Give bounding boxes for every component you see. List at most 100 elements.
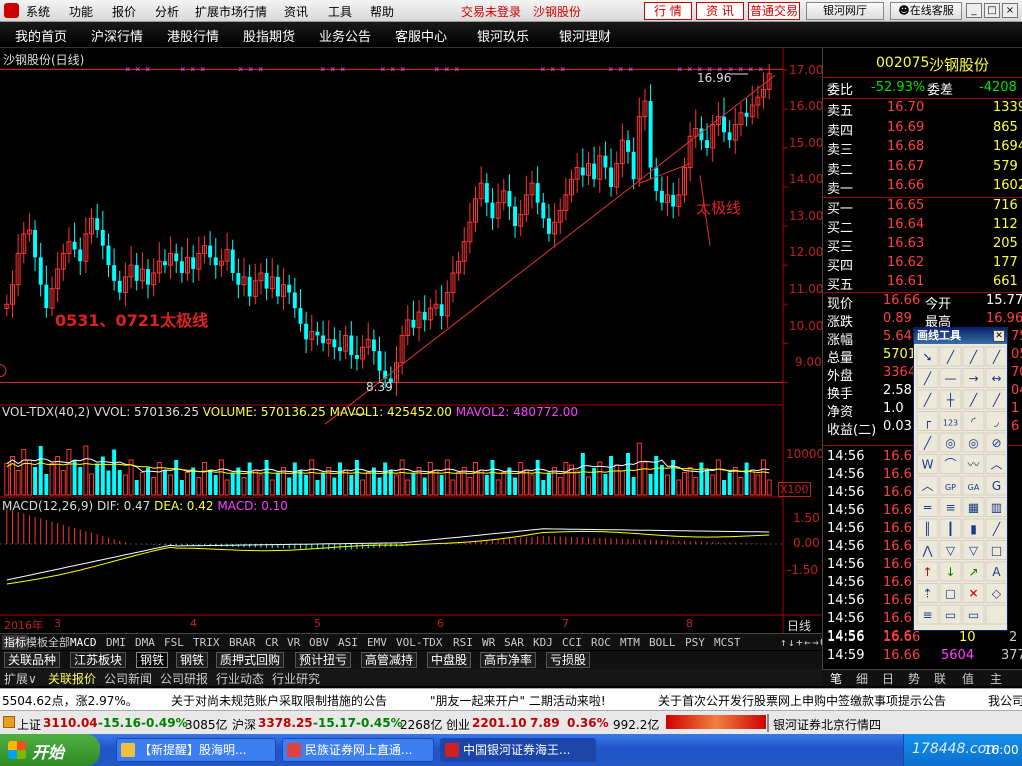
- menu-news[interactable]: 资讯: [284, 3, 308, 20]
- sector-tab[interactable]: 高管减持: [361, 652, 418, 668]
- nav-index-futures[interactable]: 股指期货: [243, 26, 295, 45]
- macd-header: MACD(12,26,9) DIF: 0.47 DEA: 0.42 MACD: …: [2, 499, 288, 513]
- x-label: 7: [562, 617, 569, 630]
- tab-company-news[interactable]: 公司新闻: [104, 670, 152, 687]
- indicator-tab[interactable]: CR: [263, 635, 280, 650]
- volume-bar-down: [377, 477, 382, 495]
- sector-tab[interactable]: 钢铁: [136, 652, 169, 668]
- tab-trend[interactable]: 势: [908, 670, 920, 687]
- indicator-tab[interactable]: OBV: [307, 635, 331, 650]
- indicator-tab[interactable]: MCST: [712, 635, 743, 650]
- tab-industry-news[interactable]: 行业动态: [216, 670, 264, 687]
- tab-expand[interactable]: 扩展∨: [4, 670, 37, 687]
- indicator-tab[interactable]: PSY: [683, 635, 707, 650]
- taskbar-item[interactable]: 民族证券网上直通...: [282, 738, 434, 762]
- indicator-tab[interactable]: ROC: [589, 635, 613, 650]
- tab-value[interactable]: 值: [962, 670, 974, 687]
- sector-tab[interactable]: 中盘股: [427, 652, 472, 668]
- indicator-tab[interactable]: FSL: [162, 635, 186, 650]
- indicator-tab[interactable]: KDJ: [531, 635, 555, 650]
- ticker-item[interactable]: 关于对尚未规范账户采取限制措施的公告: [171, 692, 387, 709]
- sector-tabs: 关联品种 江苏板块 钢铁 钢铁 质押式回购 预计扭亏 高管减持 中盘股 高市净率 亏损股: [0, 651, 822, 669]
- ask-volume: 1602: [993, 178, 1022, 193]
- drawing-tool-palette[interactable]: 画线工具 ✕ ➘ ╱ ╱ ╱ ╱ — → ↔ ╱ ┼ ╱ ╱ ┌ 123 ◜ ◞ ╱ ◎ ◎ ⊘ W ⌒ 〰 ︿ ︿ GP GA G ═…: [913, 327, 1008, 631]
- sector-tab[interactable]: 亏损股: [546, 652, 591, 668]
- nav-service-center[interactable]: 客服中心: [395, 26, 447, 45]
- sector-tab[interactable]: 预计扭亏: [295, 652, 352, 668]
- indicator-tab[interactable]: BOLL: [647, 635, 678, 650]
- indicator-tab[interactable]: BRAR: [227, 635, 258, 650]
- close-icon[interactable]: ×: [1002, 3, 1018, 18]
- nav-home[interactable]: 我的首页: [15, 26, 67, 45]
- sector-tab[interactable]: 钢铁: [176, 652, 209, 668]
- indicator-tab[interactable]: VOL-TDX: [394, 635, 444, 650]
- tab-company-research[interactable]: 公司研报: [160, 670, 208, 687]
- tab-daily[interactable]: 日: [882, 670, 894, 687]
- tick-price: 16.66: [883, 648, 921, 663]
- indicator-tab[interactable]: MACD: [68, 635, 99, 650]
- clock: 16:00: [984, 743, 1019, 757]
- tab-main[interactable]: 主: [990, 670, 1002, 687]
- ticker-item[interactable]: 5504.62点，涨2.97%。: [2, 692, 138, 709]
- sector-tab[interactable]: 高市净率: [480, 652, 537, 668]
- menu-extended-market[interactable]: 扩展市场行情: [195, 3, 267, 20]
- trade-login-status[interactable]: 交易未登录: [461, 3, 521, 20]
- sector-tab[interactable]: 关联品种: [4, 652, 61, 668]
- taskbar-item[interactable]: 【新提醒】股海明...: [116, 738, 276, 762]
- indicator-tab[interactable]: CCI: [560, 635, 584, 650]
- sector-tab[interactable]: 江苏板块: [70, 652, 127, 668]
- ticker-item[interactable]: 我公司: [988, 692, 1022, 709]
- broker-server[interactable]: 银河证券北京行情四: [773, 716, 881, 733]
- volume-bar-down: [78, 467, 83, 495]
- volume-bar-down: [287, 477, 292, 495]
- indicator-tab[interactable]: DMA: [133, 635, 157, 650]
- sector-tab[interactable]: 质押式回购: [216, 652, 285, 668]
- quote-button[interactable]: 行 情: [644, 2, 692, 20]
- maximize-icon[interactable]: □: [984, 3, 1000, 18]
- lock-icon[interactable]: [3, 716, 15, 728]
- nav-hs-market[interactable]: 沪深行情: [91, 26, 143, 45]
- nav-yinhe-jiule[interactable]: 银河玖乐: [477, 26, 529, 45]
- nav-hk-market[interactable]: 港股行情: [167, 26, 219, 45]
- ticker-item[interactable]: 关于首次公开发行股票网上申购中签缴款事项提示公告: [658, 692, 946, 709]
- normal-trade-button[interactable]: 普通交易: [748, 2, 800, 20]
- ask-volume: 579: [993, 158, 1018, 174]
- indicator-tab[interactable]: TRIX: [191, 635, 222, 650]
- bid-price: 16.64: [887, 217, 925, 232]
- indicator-tab[interactable]: ASI: [336, 635, 360, 650]
- indicator-tab[interactable]: DMI: [104, 635, 128, 650]
- close-icon[interactable]: ✕: [993, 330, 1005, 342]
- menu-system[interactable]: 系统: [26, 3, 50, 20]
- y-tick: 12.00: [789, 245, 824, 259]
- menu-tools[interactable]: 工具: [328, 3, 352, 20]
- period-label[interactable]: 日线: [787, 617, 811, 634]
- tab-linked[interactable]: 联: [934, 670, 946, 687]
- indicator-tab[interactable]: VR: [285, 635, 302, 650]
- tab-related-quote[interactable]: 关联报价: [48, 670, 96, 687]
- indicator-tab[interactable]: MTM: [618, 635, 642, 650]
- menu-quote[interactable]: 报价: [112, 3, 136, 20]
- tab-tick[interactable]: 笔: [830, 670, 842, 687]
- tab-detail[interactable]: 细: [856, 670, 868, 687]
- start-button[interactable]: 开始: [0, 734, 100, 766]
- taskbar-item-active[interactable]: 中国银河证券海王...: [440, 738, 596, 762]
- online-service-button[interactable]: ☻在线客服: [890, 2, 962, 20]
- nav-announcements[interactable]: 业务公告: [319, 26, 371, 45]
- indicator-tab[interactable]: SAR: [502, 635, 526, 650]
- minimize-icon[interactable]: _: [966, 3, 982, 18]
- ticker-item[interactable]: "朋友一起来开户" 二期活动来啦!: [430, 692, 606, 709]
- indicator-tab[interactable]: RSI: [451, 635, 475, 650]
- kline-chart[interactable]: × × × × × × × × × × × × × × × × × × × × × × × × × × × × × × × × ×: [0, 48, 822, 633]
- indicator-tab[interactable]: EMV: [365, 635, 389, 650]
- info-button[interactable]: 资 讯: [696, 2, 744, 20]
- menu-analysis[interactable]: 分析: [155, 3, 179, 20]
- tab-industry-research[interactable]: 行业研究: [272, 670, 320, 687]
- vol-unit: X100: [778, 482, 811, 497]
- candle-down: [44, 284, 49, 309]
- nav-yinhe-finance[interactable]: 银河理财: [559, 26, 611, 45]
- drawing-tool-grid[interactable]: ➘ ╱ ╱ ╱ ╱ — → ↔ ╱ ┼ ╱ ╱ ┌ 123 ◜ ◞ ╱ ◎ ◎ ⊘ W ⌒ 〰 ︿ ︿ GP GA G ═ ≡ ▦ ▥ ║ ┃ ▮ ╱…: [914, 345, 1007, 630]
- menu-help[interactable]: 帮助: [370, 3, 394, 20]
- menu-function[interactable]: 功能: [69, 3, 93, 20]
- indicator-tab[interactable]: WR: [480, 635, 497, 650]
- net-hall-button[interactable]: 银河网厅: [806, 2, 884, 20]
